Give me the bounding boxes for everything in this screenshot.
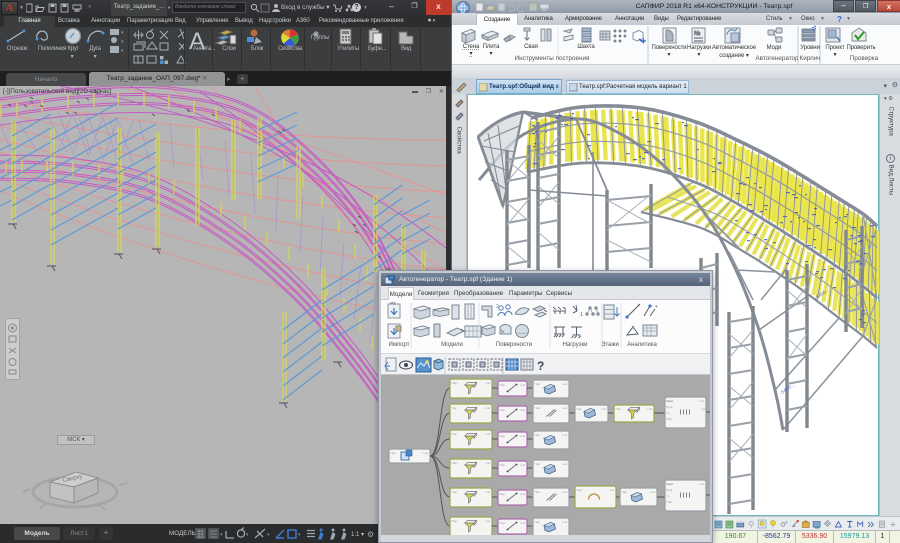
svg-text:List: List — [563, 490, 568, 494]
svg-text:List: List — [521, 434, 526, 438]
svg-text:Пар: Пар — [500, 463, 506, 467]
svg-text:Пар: Пар — [500, 521, 506, 525]
svg-text:>с: >с — [667, 411, 671, 415]
svg-text:Пар: Пар — [535, 433, 541, 437]
svg-text:Пар: Пар — [535, 520, 541, 524]
svg-text:?: ? — [537, 359, 544, 373]
svg-text:Пар: Пар — [622, 490, 628, 494]
svg-text:List: List — [521, 521, 526, 525]
svg-text:List: List — [563, 382, 568, 386]
svg-text:▾: ▾ — [267, 532, 270, 538]
svg-text:>с: >с — [667, 494, 671, 498]
svg-text:List: List — [610, 488, 615, 492]
svg-text:▾: ▾ — [220, 532, 223, 538]
svg-text:List: List — [486, 406, 491, 410]
svg-text:List: List — [486, 490, 491, 494]
svg-text:List: List — [486, 381, 491, 385]
svg-text:List: List — [648, 407, 653, 411]
svg-text:+: + — [655, 304, 658, 310]
svg-text:List: List — [563, 520, 568, 524]
svg-text:2: 2 — [496, 304, 499, 310]
svg-text:Пар: Пар — [452, 432, 458, 436]
svg-text:Пар: Пар — [535, 490, 541, 494]
svg-text:▾: ▾ — [298, 532, 301, 538]
svg-text:List: List — [486, 432, 491, 436]
svg-text:List: List — [563, 433, 568, 437]
svg-text:Пар: Пар — [452, 461, 458, 465]
svg-text:Пар: Пар — [577, 488, 583, 492]
svg-text:▾: ▾ — [246, 532, 249, 538]
svg-text:▾: ▾ — [121, 30, 124, 36]
svg-text:List: List — [521, 463, 526, 467]
svg-text:⚙: ⚙ — [367, 530, 374, 539]
svg-text:Пар: Пар — [391, 451, 397, 455]
svg-text:1:1 ▾: 1:1 ▾ — [351, 532, 364, 538]
svg-text:Пар: Пар — [577, 407, 583, 411]
svg-text:Пар: Пар — [616, 407, 622, 411]
svg-text:Пар: Пар — [500, 383, 506, 387]
svg-text:Пар: Пар — [667, 417, 673, 421]
svg-text:List: List — [701, 407, 706, 411]
svg-text:List: List — [651, 490, 656, 494]
svg-text:List: List — [486, 519, 491, 523]
svg-text:Пар: Пар — [452, 490, 458, 494]
svg-text:Пар: Пар — [500, 408, 506, 412]
svg-text:List: List — [700, 482, 705, 486]
svg-text:Пар: Пар — [500, 492, 506, 496]
svg-text:Пар: Пар — [535, 382, 541, 386]
svg-text:List: List — [521, 383, 526, 387]
svg-text:List: List — [521, 408, 526, 412]
svg-text:List: List — [521, 492, 526, 496]
svg-text:Пар: Пар — [667, 500, 673, 504]
svg-text:Пар: Пар — [452, 519, 458, 523]
svg-text:List: List — [602, 407, 607, 411]
svg-text:List: List — [424, 451, 429, 455]
svg-text:Пар: Пар — [535, 462, 541, 466]
svg-text:Пар: Пар — [452, 406, 458, 410]
svg-text:obj: obj — [390, 300, 395, 305]
svg-text:Пар: Пар — [452, 381, 458, 385]
svg-text:List: List — [486, 461, 491, 465]
svg-text:Край: Край — [667, 482, 674, 486]
svg-text:List: List — [563, 462, 568, 466]
svg-text:Буф: Буф — [667, 405, 673, 409]
svg-text:Буф: Буф — [667, 488, 673, 492]
svg-text:Пар: Пар — [535, 406, 541, 410]
svg-text:Край: Край — [667, 399, 674, 403]
svg-text:Пар: Пар — [500, 434, 506, 438]
svg-text:№: № — [694, 30, 700, 37]
svg-text:List: List — [563, 406, 568, 410]
svg-text:▾: ▾ — [121, 48, 124, 54]
svg-text:1: 1 — [580, 312, 583, 318]
svg-text:List: List — [700, 399, 705, 403]
svg-text:▾: ▾ — [121, 39, 124, 45]
